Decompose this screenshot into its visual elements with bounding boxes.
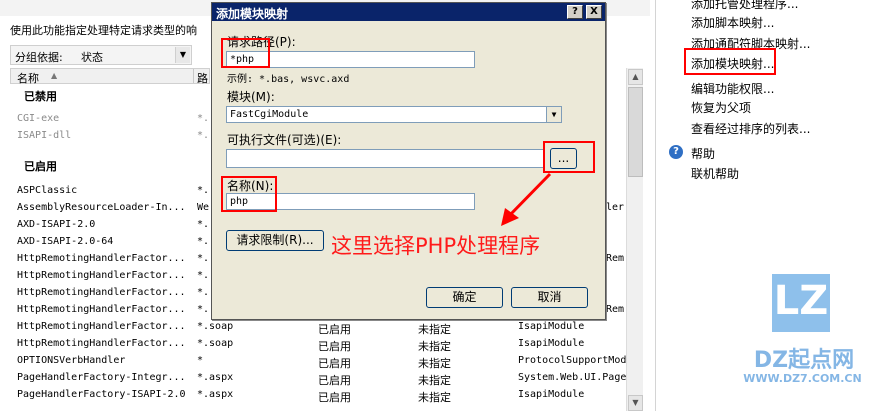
handler-state: 已启用	[318, 374, 351, 387]
watermark-site-name: DZ起点网	[753, 348, 855, 373]
handler-path: *.aspx	[197, 389, 234, 400]
feature-description: 使用此功能指定处理特定请求类型的响	[10, 24, 197, 36]
handler-path-type: 未指定	[418, 357, 451, 370]
handler-name: PageHandlerFactory-ISAPI-2.0	[17, 389, 186, 400]
dialog-titlebar[interactable]: 添加模块映射 ? X	[212, 3, 605, 21]
group-by-bar[interactable]: 分组依据: 状态 ▼	[10, 45, 192, 65]
handler-name: ASPClassic	[17, 185, 78, 196]
list-header: 名称 ▲ 路	[10, 68, 210, 86]
close-button[interactable]: X	[586, 5, 602, 19]
handler-module: ler	[606, 202, 625, 213]
handler-name: AssemblyResourceLoader-In...	[17, 202, 186, 213]
handler-name: AXD-ISAPI-2.0-64	[17, 236, 114, 247]
handler-state: 已启用	[318, 323, 351, 336]
sort-ascending-icon: ▲	[51, 71, 58, 80]
cancel-button[interactable]: 取消	[511, 287, 588, 308]
watermark-site-url: WWW.DZ7.COM.CN	[743, 372, 862, 385]
handler-path: *.soap	[197, 338, 234, 349]
table-row[interactable]: PageHandlerFactory-Integr... *.aspx 已启用 …	[0, 370, 650, 387]
handler-name: HttpRemotingHandlerFactor...	[17, 253, 186, 264]
chevron-down-icon[interactable]: ▼	[175, 47, 190, 63]
column-header-path[interactable]: 路	[197, 70, 208, 86]
action-add-script-map[interactable]: 添加脚本映射...	[691, 14, 774, 31]
annotation-arrow-icon	[501, 172, 552, 226]
handler-name: CGI-exe	[17, 113, 60, 124]
handler-name: HttpRemotingHandlerFactor...	[17, 304, 186, 315]
handler-module: Rem	[606, 253, 625, 264]
module-select[interactable]: FastCgiModule ▼	[226, 106, 562, 123]
group-header-enabled: 已启用	[24, 160, 57, 173]
logo-mark: LZ	[773, 278, 829, 324]
module-select-value: FastCgiModule	[230, 109, 309, 120]
chevron-down-icon[interactable]: ▼	[546, 107, 561, 122]
ok-button[interactable]: 确定	[426, 287, 503, 308]
action-add-managed-handler[interactable]: 添加托管处理程序...	[691, 0, 798, 12]
handler-name: ISAPI-dll	[17, 130, 72, 141]
action-online-help[interactable]: 联机帮助	[691, 165, 739, 182]
highlight-name	[221, 176, 277, 212]
handler-module: Rem	[606, 304, 625, 315]
scroll-down-icon[interactable]: ▼	[628, 395, 643, 411]
table-row[interactable]: PageHandlerFactory-ISAPI-2.0 *.aspx 已启用 …	[0, 387, 650, 404]
help-button[interactable]: ?	[567, 5, 583, 19]
handler-module: IsapiModule	[518, 338, 585, 349]
help-icon: ?	[669, 145, 683, 159]
table-row[interactable]: OPTIONSVerbHandler * 已启用 未指定 ProtocolSup…	[0, 353, 650, 370]
handler-path-type: 未指定	[418, 374, 451, 387]
action-revert-to-parent[interactable]: 恢复为父项	[691, 99, 751, 116]
handler-name: HttpRemotingHandlerFactor...	[17, 338, 186, 349]
group-header-disabled: 已禁用	[24, 90, 57, 103]
scroll-up-icon[interactable]: ▲	[628, 69, 643, 85]
table-row[interactable]: HttpRemotingHandlerFactor... *.soap 已启用 …	[0, 336, 650, 353]
handler-module: IsapiModule	[518, 321, 585, 332]
executable-label: 可执行文件(可选)(E):	[227, 133, 342, 147]
handler-name: OPTIONSVerbHandler	[17, 355, 126, 366]
handler-state: 已启用	[318, 357, 351, 370]
handler-name: HttpRemotingHandlerFactor...	[17, 287, 186, 298]
highlight-request-path	[221, 38, 270, 68]
column-header-name[interactable]: 名称	[17, 70, 39, 86]
handler-name: PageHandlerFactory-Integr...	[17, 372, 186, 383]
handler-path-type: 未指定	[418, 391, 451, 404]
executable-input[interactable]	[226, 149, 544, 168]
handler-module: System.Web.UI.Page	[518, 372, 626, 383]
request-restrictions-button[interactable]: 请求限制(R)...	[226, 230, 324, 251]
handler-name: AXD-ISAPI-2.0	[17, 219, 96, 230]
handler-state: 已启用	[318, 340, 351, 353]
request-path-example: 示例: *.bas, wsvc.axd	[227, 74, 350, 85]
highlight-browse-button	[543, 141, 595, 173]
column-divider[interactable]	[193, 69, 194, 83]
handler-name: HttpRemotingHandlerFactor...	[17, 270, 186, 281]
scroll-thumb[interactable]	[628, 87, 643, 177]
action-edit-feature-permissions[interactable]: 编辑功能权限...	[691, 80, 774, 97]
handler-name: HttpRemotingHandlerFactor...	[17, 321, 186, 332]
handler-path: *.soap	[197, 321, 234, 332]
handler-path-type: 未指定	[418, 340, 451, 353]
site-watermark: LZ DZ起点网 WWW.DZ7.COM.CN	[728, 262, 877, 411]
action-help[interactable]: 帮助	[691, 145, 715, 162]
handler-path-type: 未指定	[418, 323, 451, 336]
handler-path: *	[197, 355, 204, 366]
highlight-add-module-mapping	[684, 48, 776, 75]
list-scrollbar[interactable]: ▲ ▼	[626, 68, 643, 411]
handler-module: IsapiModule	[518, 389, 585, 400]
group-by-value: 状态	[81, 51, 103, 64]
dialog-title: 添加模块映射	[216, 7, 289, 21]
annotation-text: 这里选择PHP处理程序	[331, 234, 541, 258]
module-label: 模块(M):	[227, 90, 275, 104]
handler-module: ProtocolSupportMod	[518, 355, 626, 366]
table-row[interactable]: HttpRemotingHandlerFactor... *.soap 已启用 …	[0, 319, 650, 336]
handler-path: *.aspx	[197, 372, 234, 383]
handler-state: 已启用	[318, 391, 351, 404]
action-view-ordered-list[interactable]: 查看经过排序的列表...	[691, 120, 810, 137]
group-by-label: 分组依据:	[15, 51, 63, 64]
